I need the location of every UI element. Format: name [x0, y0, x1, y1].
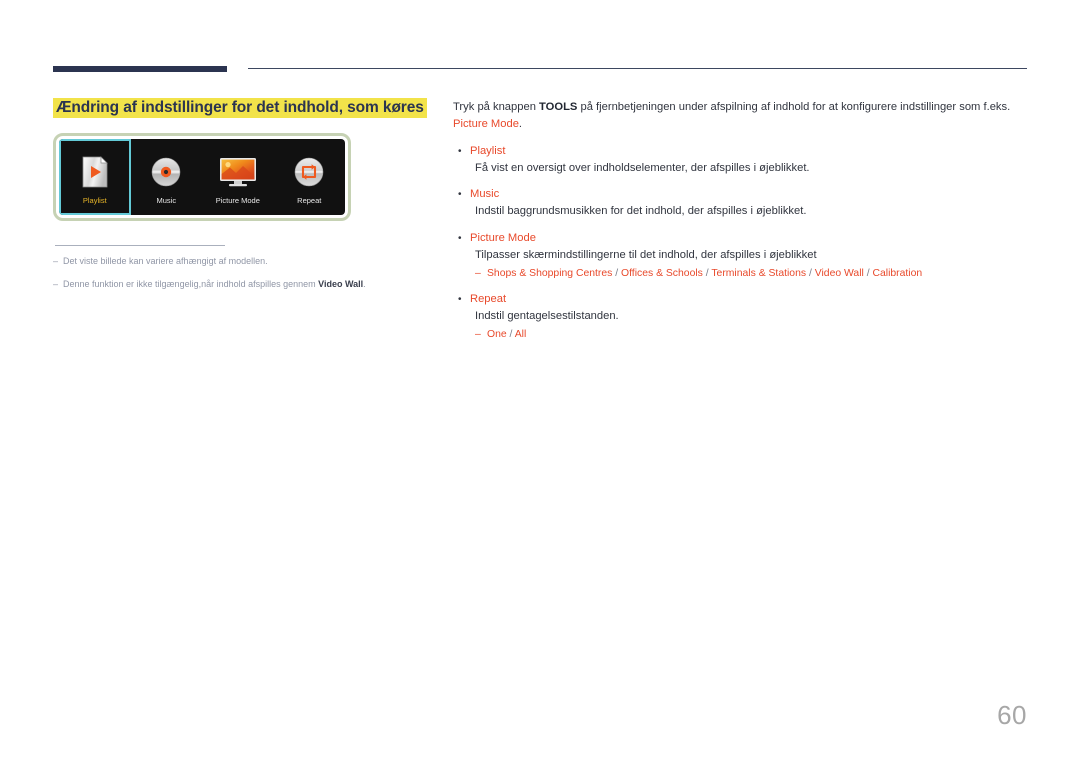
footnote-divider: [55, 245, 225, 247]
list-item-title: Picture Mode: [470, 231, 536, 244]
list-item: • Repeat Indstil gentagelsestilstanden. …: [453, 291, 1031, 342]
list-item-title: Playlist: [470, 144, 506, 157]
footnote-item: – Denne funktion er ikke tilgængelig,når…: [53, 278, 433, 292]
music-disc-icon: [150, 151, 182, 193]
option-value: Terminals & Stations: [711, 267, 807, 279]
list-item-description: Få vist en oversigt over indholdselement…: [475, 161, 810, 174]
bullet-icon: •: [458, 145, 462, 157]
intro-text-part1: Tryk på knappen: [453, 101, 540, 113]
right-column: Tryk på knappen TOOLS på fjernbetjeninge…: [453, 99, 1031, 352]
footnote-text: Denne funktion er ikke tilgængelig,når i…: [63, 278, 366, 292]
bullet-icon: •: [458, 294, 462, 306]
header-rule-thick: [53, 66, 227, 72]
sub-dash-icon: –: [475, 267, 481, 279]
intro-paragraph: Tryk på knappen TOOLS på fjernbetjeninge…: [453, 99, 1031, 134]
playlist-document-play-icon: [80, 151, 110, 193]
footnote-text: Det viste billede kan variere afhængigt …: [63, 255, 268, 269]
list-item-title: Repeat: [470, 293, 507, 306]
footnote-tail: .: [363, 278, 366, 289]
list-item-description: Tilpasser skærmindstillingerne til det i…: [475, 248, 817, 261]
option-separator: /: [506, 328, 515, 340]
osd-tile-label: Music: [156, 196, 177, 206]
list-item-options: – One / All: [475, 327, 1031, 343]
document-page: Ændring af indstillinger for det indhold…: [0, 0, 1080, 763]
repeat-loop-icon: [293, 151, 325, 193]
header-rule-thin: [248, 68, 1027, 69]
osd-tile-label: Playlist: [82, 196, 107, 206]
page-number: 60: [997, 700, 1027, 730]
list-item: • Playlist Få vist en oversigt over indh…: [453, 143, 1031, 177]
osd-tile-music[interactable]: Music: [131, 139, 202, 215]
option-value: All: [514, 328, 527, 340]
intro-text-part2: på fjernbetjeningen under afspilning af …: [577, 101, 1011, 113]
footnote-dash: –: [53, 256, 59, 267]
list-item-header: • Playlist: [453, 143, 1031, 160]
intro-text-part3: .: [518, 118, 523, 131]
osd-tile-repeat[interactable]: Repeat: [274, 139, 345, 215]
osd-tile-label: Picture Mode: [215, 196, 260, 206]
osd-figure: Playlist Music Picture Mode Repeat: [53, 133, 351, 222]
list-item-header: • Picture Mode: [453, 230, 1031, 247]
footnote-body: Denne funktion er ikke tilgængelig,når i…: [63, 278, 319, 289]
list-item-header: • Music: [453, 186, 1031, 203]
page-header: [0, 0, 1080, 90]
page-title: Ændring af indstillinger for det indhold…: [53, 98, 427, 118]
settings-list: • Playlist Få vist en oversigt over indh…: [453, 143, 1031, 343]
option-value: Offices & Schools: [621, 267, 703, 279]
tools-button-reference: TOOLS: [539, 101, 578, 113]
list-item: • Picture Mode Tilpasser skærmindstillin…: [453, 230, 1031, 281]
footnote-item: – Det viste billede kan variere afhængig…: [53, 255, 433, 269]
picture-mode-monitor-icon: [218, 151, 258, 193]
list-item-options: – Shops & Shopping Centres / Offices & S…: [475, 266, 1031, 282]
list-item: • Music Indstil baggrundsmusikken for de…: [453, 186, 1031, 220]
footnote-emphasis: Video Wall: [318, 278, 364, 289]
option-separator: /: [806, 267, 815, 279]
sub-dash-icon: –: [475, 328, 481, 340]
option-value: Shops & Shopping Centres: [487, 267, 613, 279]
option-values: One / All: [487, 327, 526, 343]
option-separator: /: [863, 267, 873, 279]
footnote-dash: –: [53, 278, 59, 289]
option-value: Video Wall: [814, 267, 864, 279]
osd-tile-label: Repeat: [297, 196, 322, 206]
osd-tile-picture-mode[interactable]: Picture Mode: [202, 139, 273, 215]
list-item-description: Indstil gentagelsestilstanden.: [475, 309, 619, 322]
osd-screen: Playlist Music Picture Mode Repeat: [59, 139, 345, 216]
list-item-header: • Repeat: [453, 291, 1031, 308]
intro-accent-term: Picture Mode: [453, 118, 519, 131]
list-item-description: Indstil baggrundsmusikken for det indhol…: [475, 205, 807, 218]
option-value: One: [487, 328, 507, 340]
section-title-wrapper: Ændring af indstillinger for det indhold…: [53, 97, 433, 119]
bullet-icon: •: [458, 232, 462, 244]
left-column: Ændring af indstillinger for det indhold…: [53, 97, 433, 300]
option-separator: /: [612, 267, 622, 279]
bullet-icon: •: [458, 189, 462, 201]
list-item-title: Music: [470, 188, 500, 201]
option-value: Calibration: [872, 267, 923, 279]
footnote-body: Det viste billede kan variere afhængigt …: [63, 256, 268, 267]
option-values: Shops & Shopping Centres / Offices & Sch…: [487, 266, 922, 282]
osd-tile-playlist[interactable]: Playlist: [59, 139, 131, 216]
